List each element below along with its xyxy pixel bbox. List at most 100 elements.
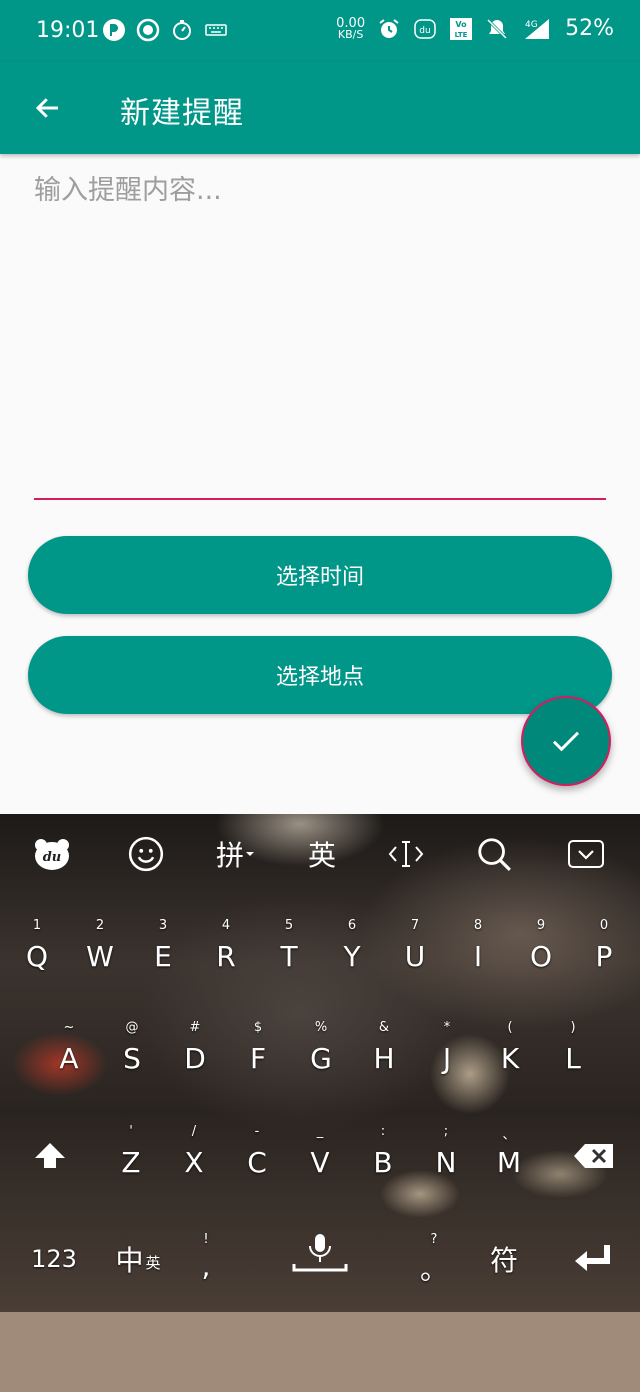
key-label: O [529,940,553,973]
key-hint: ~ [63,1020,75,1035]
keyboard-icon [204,18,228,42]
key-v[interactable]: _ V [290,1120,350,1210]
key-label: N [435,1146,457,1179]
key-e[interactable]: 3E [133,914,193,1004]
keyboard-hide-icon [568,840,604,868]
key-hint: @ [125,1020,139,1035]
key-label: Z [121,1146,141,1179]
key-c[interactable]: -C [227,1120,287,1210]
svg-text:du: du [43,850,62,865]
key-hint: % [314,1020,328,1035]
numbers-key[interactable]: 123 [22,1234,86,1284]
backspace-key[interactable] [562,1126,626,1186]
key-r[interactable]: 4R [196,914,256,1004]
key-hint: - [254,1124,260,1139]
symbols-key[interactable]: 符 [474,1234,534,1284]
confirm-fab[interactable] [521,696,611,786]
arrow-left-icon [35,98,58,118]
key-hint: 3 [158,918,168,933]
cursor-button[interactable] [386,834,426,874]
shift-key[interactable] [20,1126,80,1186]
key-j[interactable]: * J [417,1016,477,1106]
key-label: G [310,1042,332,1075]
key-hint: 1 [32,918,42,933]
period-key[interactable]: ? 。 [404,1228,464,1312]
key-g[interactable]: % G [291,1016,351,1106]
app-notification-icon [102,18,126,42]
key-label: S [123,1042,141,1075]
key-label: H [373,1042,395,1075]
key-label: B [373,1146,393,1179]
comma-key[interactable]: ! , [176,1228,236,1312]
hide-keyboard-button[interactable] [566,834,606,874]
key-f[interactable]: $ F [228,1016,288,1106]
key-i[interactable]: 8I [448,914,508,1004]
status-icons-right: 0.00 KB/S du Vo LTE 4G 52% [336,16,614,41]
timer-icon [170,18,194,42]
key-label: W [86,940,114,973]
key-o[interactable]: 9O [511,914,571,1004]
volte-icon: Vo LTE [449,17,473,41]
key-label: E [154,940,172,973]
key-h[interactable]: & H [354,1016,414,1106]
key-a[interactable]: ~ A [39,1016,99,1106]
key-u[interactable]: 7U [385,914,445,1004]
key-label: F [249,1042,267,1075]
du-badge-icon: du [413,17,437,41]
key-label: C [247,1146,267,1179]
key-z[interactable]: ' Z [101,1120,161,1210]
key-y[interactable]: 6Y [322,914,382,1004]
select-place-button[interactable]: 选择地点 [28,636,612,714]
key-hint: 0 [599,918,609,933]
key-s[interactable]: @ S [102,1016,162,1106]
key-hint: ) [570,1020,576,1035]
status-bar: 19:01 0.00 KB/S du Vo LTE 4G 52% [0,0,640,62]
key-hint: 4 [221,918,231,933]
key-hint: 5 [284,918,294,933]
key-label: M [496,1146,522,1179]
key-label: Y [343,940,361,973]
signal-icon: 4G [521,17,551,41]
search-button[interactable] [474,834,514,874]
symbols-key-label: 符 [489,1244,518,1277]
select-time-button[interactable]: 选择时间 [28,536,612,614]
du-logo-button[interactable]: du [32,834,72,874]
key-p[interactable]: 0P [574,914,634,1004]
emoji-button[interactable] [126,834,166,874]
pinyin-mode-button[interactable]: 拼 [216,834,256,874]
app-bar: 新建提醒 [0,62,640,154]
lang-main-label: 中 [115,1244,144,1277]
record-icon [136,18,160,42]
reminder-content-input[interactable]: 输入提醒内容... [34,168,606,498]
space-key[interactable] [252,1222,388,1284]
key-q[interactable]: 1Q [7,914,67,1004]
back-button[interactable] [24,84,72,132]
svg-text:Vo: Vo [455,20,467,29]
key-x[interactable]: / X [164,1120,224,1210]
caret-down-icon [246,852,255,856]
enter-icon [575,1245,610,1271]
key-n[interactable]: ; N [416,1120,476,1210]
key-label: J [442,1042,452,1075]
enter-key[interactable] [560,1234,624,1284]
key-b[interactable]: :B [353,1120,413,1210]
mute-icon [485,17,509,41]
key-label: T [280,940,298,973]
key-k[interactable]: (K [480,1016,540,1106]
cursor-icon [388,841,424,867]
key-hint: & [378,1020,390,1035]
key-d[interactable]: # D [165,1016,225,1106]
key-m[interactable]: 、 M [479,1120,539,1210]
key-l[interactable]: ) L [543,1016,603,1106]
language-switch-key[interactable]: 中 英 [100,1234,176,1284]
english-mode-button[interactable]: 英 [302,834,342,874]
key-t[interactable]: 5T [259,914,319,1004]
key-hint: 6 [347,918,357,933]
svg-text:du: du [419,26,430,36]
select-time-label: 选择时间 [275,565,364,590]
key-label: X [184,1146,204,1179]
key-w[interactable]: 2W [70,914,130,1004]
key-label: U [404,940,426,973]
key-hint: ( [507,1020,513,1035]
battery-level: 52% [565,16,614,41]
